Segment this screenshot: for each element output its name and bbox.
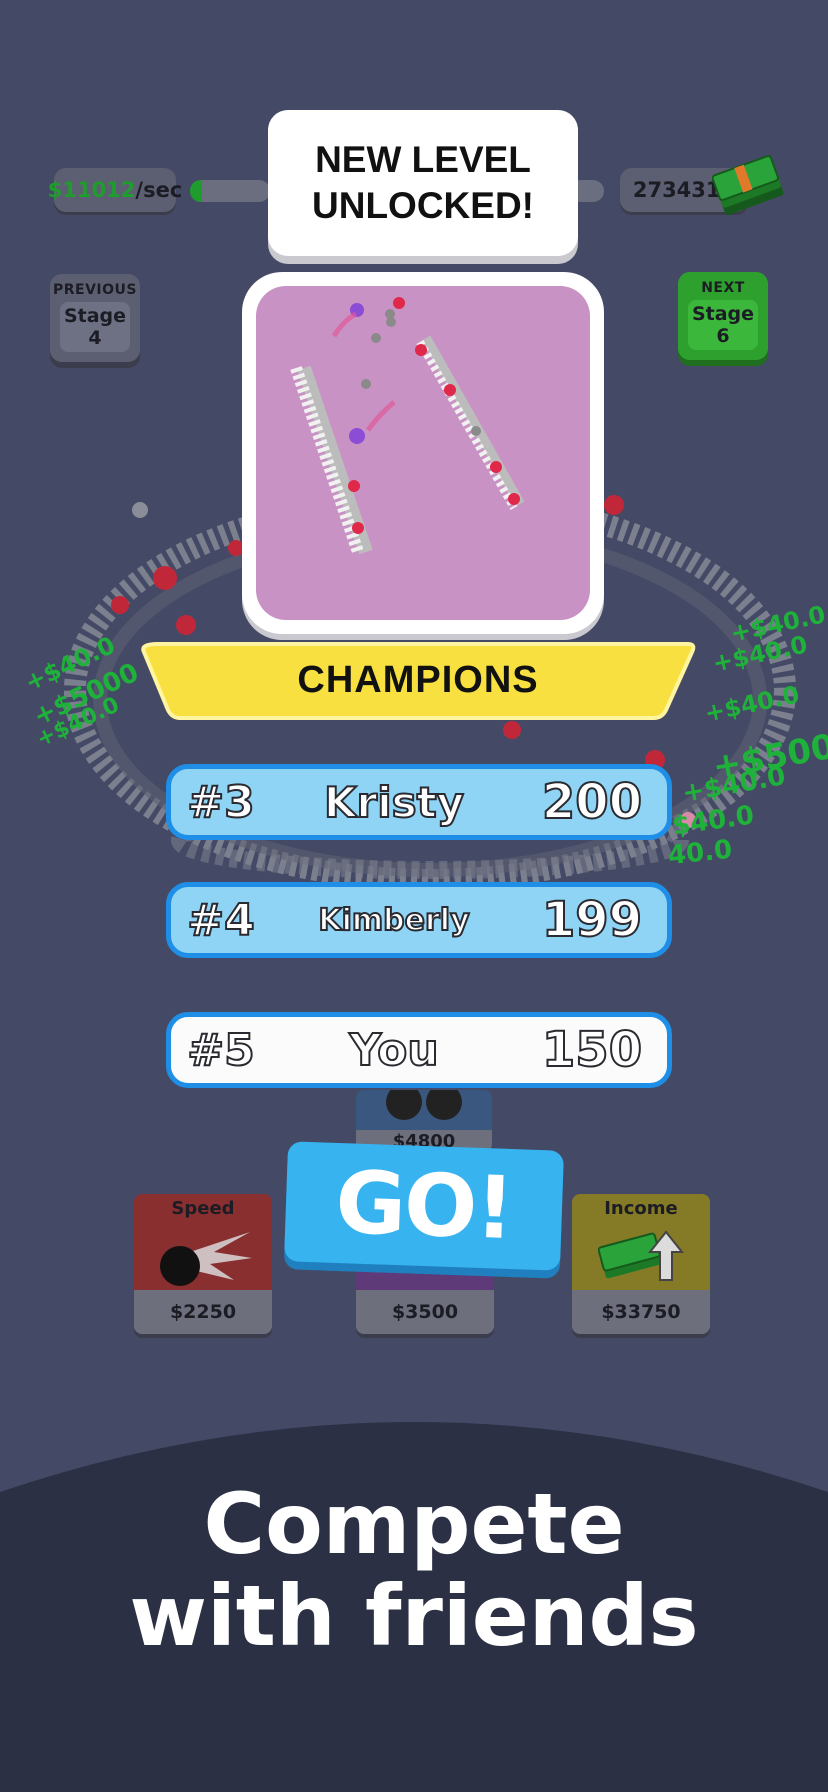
promo-headline: Compete with friends: [0, 1478, 828, 1662]
next-stage-caption: NEXT: [701, 280, 745, 296]
upgrade-card-balls[interactable]: $4800: [356, 1090, 492, 1152]
previous-stage-caption: PREVIOUS: [52, 282, 137, 298]
leaderboard-row: #3 Kristy 200: [166, 764, 672, 840]
champions-title: CHAMPIONS: [297, 658, 539, 701]
banner-line-2: UNLOCKED!: [312, 185, 534, 226]
leaderboard-rank: #4: [186, 894, 255, 947]
previous-stage-button[interactable]: PREVIOUS Stage 4: [50, 274, 140, 362]
leaderboard-rank: #5: [186, 1024, 255, 1077]
next-stage-number: 6: [716, 325, 730, 347]
champions-banner: CHAMPIONS: [140, 640, 696, 720]
promo-line-1: Compete: [203, 1475, 625, 1573]
upgrade-card-income[interactable]: Income $33750: [572, 1194, 710, 1334]
go-button[interactable]: GO!: [283, 1141, 565, 1271]
leaderboard-row: #4 Kimberly 199: [166, 882, 672, 958]
speed-ball-icon: [160, 1232, 252, 1286]
previous-stage-label: Stage: [63, 305, 127, 327]
upgrade-card-speed[interactable]: Speed $2250: [134, 1194, 272, 1334]
income-value: $11012: [47, 178, 136, 202]
new-level-banner: NEW LEVEL UNLOCKED!: [268, 110, 578, 256]
leaderboard-name: Kimberly: [317, 902, 470, 939]
next-stage-button[interactable]: NEXT Stage 6: [678, 272, 768, 360]
next-stage-label: Stage: [691, 303, 755, 325]
balls-icon: [386, 1090, 462, 1120]
level-preview-illustration: [290, 297, 525, 555]
cash-stack-icon: [712, 155, 784, 216]
upgrade-card-balls-art: [356, 1090, 492, 1130]
banner-line-1: NEW LEVEL: [315, 139, 531, 180]
income-cash-icon: [598, 1230, 685, 1281]
upgrade-title: Income: [604, 1198, 678, 1219]
upgrade-price: $33750: [572, 1290, 710, 1334]
income-unit: /sec: [135, 178, 183, 202]
promo-line-2: with friends: [129, 1567, 699, 1665]
leaderboard-name: Kristy: [323, 777, 465, 828]
level-preview-card: [242, 272, 604, 634]
leaderboard-score: 200: [541, 773, 643, 831]
leaderboard-row-player: #5 You 150: [166, 1012, 672, 1088]
leaderboard-rank: #3: [186, 776, 255, 829]
income-per-second: $11012/sec: [48, 168, 182, 212]
leaderboard-score: 150: [541, 1021, 643, 1079]
upgrade-price: $3500: [356, 1290, 494, 1334]
previous-stage-number: 4: [88, 327, 102, 349]
level-preview-image: [256, 286, 590, 620]
upgrade-title: Speed: [171, 1198, 235, 1219]
income-progress-bar: [190, 180, 270, 202]
leaderboard-score: 199: [541, 891, 643, 949]
leaderboard-name: You: [348, 1024, 439, 1077]
upgrade-price: $2250: [134, 1290, 272, 1334]
